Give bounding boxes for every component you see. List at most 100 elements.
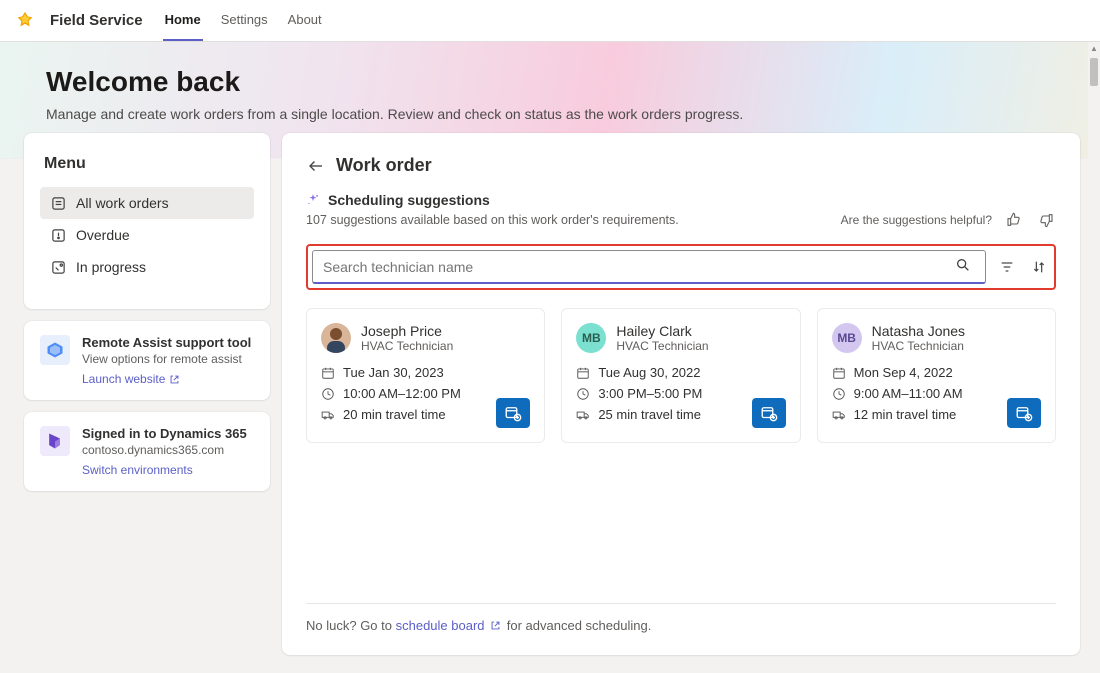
suggestion-date: Mon Sep 4, 2022 (854, 365, 953, 380)
search-button[interactable] (955, 257, 975, 277)
back-button[interactable] (306, 156, 326, 176)
nav-tabs: Home Settings About (163, 0, 324, 41)
dynamics-link[interactable]: Switch environments (82, 463, 193, 477)
avatar (321, 323, 351, 353)
work-order-title: Work order (336, 155, 432, 176)
assign-icon (760, 404, 778, 422)
tab-home[interactable]: Home (163, 0, 203, 41)
assign-icon (1015, 404, 1033, 422)
suggestion-date: Tue Jan 30, 2023 (343, 365, 444, 380)
technician-role: HVAC Technician (616, 339, 708, 353)
menu-item-label: Overdue (76, 227, 130, 243)
suggestion-travel: 25 min travel time (598, 407, 701, 422)
scrollbar[interactable]: ▲ (1088, 42, 1100, 673)
tab-settings[interactable]: Settings (219, 0, 270, 41)
avatar: MB (576, 323, 606, 353)
truck-icon (576, 408, 590, 422)
hero-subtitle: Manage and create work orders from a sin… (46, 106, 1054, 122)
app-title: Field Service (50, 12, 143, 29)
suggestion-travel: 12 min travel time (854, 407, 957, 422)
sort-button[interactable] (1028, 259, 1050, 275)
app-logo-icon (14, 10, 36, 32)
calendar-icon (576, 366, 590, 380)
suggestion-time: 10:00 AM–12:00 PM (343, 386, 461, 401)
suggestion-cards: Joseph Price HVAC Technician Tue Jan 30,… (306, 308, 1056, 443)
filter-button[interactable] (996, 259, 1018, 275)
dynamics-subtitle: contoso.dynamics365.com (82, 443, 247, 457)
assign-button[interactable] (1007, 398, 1041, 428)
clock-icon (321, 387, 335, 401)
scroll-thumb[interactable] (1090, 58, 1098, 86)
technician-role: HVAC Technician (361, 339, 453, 353)
search-toolbar (306, 244, 1056, 290)
suggestions-subtitle: 107 suggestions available based on this … (306, 213, 679, 227)
assign-button[interactable] (496, 398, 530, 428)
sparkle-icon (306, 193, 320, 207)
search-icon (955, 257, 971, 273)
suggestion-card[interactable]: Joseph Price HVAC Technician Tue Jan 30,… (306, 308, 545, 443)
suggestions-subheader: 107 suggestions available based on this … (306, 210, 1056, 230)
footer-text: No luck? Go to schedule board for advanc… (306, 603, 1056, 633)
dynamics-card: Signed in to Dynamics 365 contoso.dynami… (24, 412, 270, 491)
suggestion-time: 3:00 PM–5:00 PM (598, 386, 702, 401)
remote-assist-link[interactable]: Launch website (82, 372, 180, 386)
menu-title: Menu (40, 155, 254, 173)
menu-item-in-progress[interactable]: In progress (40, 251, 254, 283)
external-link-icon (169, 374, 180, 385)
truck-icon (832, 408, 846, 422)
avatar: MB (832, 323, 862, 353)
assign-button[interactable] (752, 398, 786, 428)
remote-assist-card: Remote Assist support tool View options … (24, 321, 270, 400)
suggestion-travel: 20 min travel time (343, 407, 446, 422)
technician-name: Natasha Jones (872, 323, 965, 339)
search-input[interactable] (323, 259, 955, 275)
app-header: Field Service Home Settings About (0, 0, 1100, 42)
filter-icon (999, 259, 1015, 275)
progress-icon (50, 259, 66, 275)
work-order-header: Work order (306, 155, 1056, 176)
technician-name: Hailey Clark (616, 323, 708, 339)
menu-item-overdue[interactable]: Overdue (40, 219, 254, 251)
external-link-icon (490, 620, 501, 631)
calendar-icon (321, 366, 335, 380)
menu-item-all-work-orders[interactable]: All work orders (40, 187, 254, 219)
dynamics-title: Signed in to Dynamics 365 (82, 426, 247, 441)
thumbs-down-button[interactable] (1036, 210, 1056, 230)
calendar-icon (832, 366, 846, 380)
menu-card: Menu All work orders Overdue In progress (24, 133, 270, 309)
suggestion-date: Tue Aug 30, 2022 (598, 365, 700, 380)
scroll-up-button[interactable]: ▲ (1088, 42, 1100, 54)
remote-assist-icon (40, 335, 70, 365)
suggestion-card[interactable]: MB Natasha Jones HVAC Technician Mon Sep… (817, 308, 1056, 443)
dynamics-icon (40, 426, 70, 456)
truck-icon (321, 408, 335, 422)
alert-icon (50, 227, 66, 243)
assign-icon (504, 404, 522, 422)
list-icon (50, 195, 66, 211)
hero-title: Welcome back (46, 66, 1054, 98)
suggestion-time: 9:00 AM–11:00 AM (854, 386, 963, 401)
suggestions-header: Scheduling suggestions (306, 192, 1056, 208)
tab-about[interactable]: About (286, 0, 324, 41)
feedback-row: Are the suggestions helpful? (841, 210, 1056, 230)
suggestion-card[interactable]: MB Hailey Clark HVAC Technician Tue Aug … (561, 308, 800, 443)
menu-item-label: In progress (76, 259, 146, 275)
menu-item-label: All work orders (76, 195, 169, 211)
suggestions-title: Scheduling suggestions (328, 192, 490, 208)
search-box[interactable] (312, 250, 986, 284)
arrow-left-icon (307, 157, 325, 175)
technician-name: Joseph Price (361, 323, 453, 339)
thumbs-up-button[interactable] (1004, 210, 1024, 230)
thumbs-up-icon (1006, 212, 1022, 228)
remote-assist-subtitle: View options for remote assist (82, 352, 251, 366)
schedule-board-link[interactable]: schedule board (396, 618, 507, 633)
left-column: Menu All work orders Overdue In progress (24, 133, 270, 655)
sort-icon (1031, 259, 1047, 275)
technician-role: HVAC Technician (872, 339, 965, 353)
content-area: Menu All work orders Overdue In progress (0, 149, 1100, 655)
work-order-panel: Work order Scheduling suggestions 107 su… (282, 133, 1080, 655)
thumbs-down-icon (1038, 212, 1054, 228)
feedback-prompt: Are the suggestions helpful? (841, 213, 992, 227)
remote-assist-title: Remote Assist support tool (82, 335, 251, 350)
clock-icon (576, 387, 590, 401)
